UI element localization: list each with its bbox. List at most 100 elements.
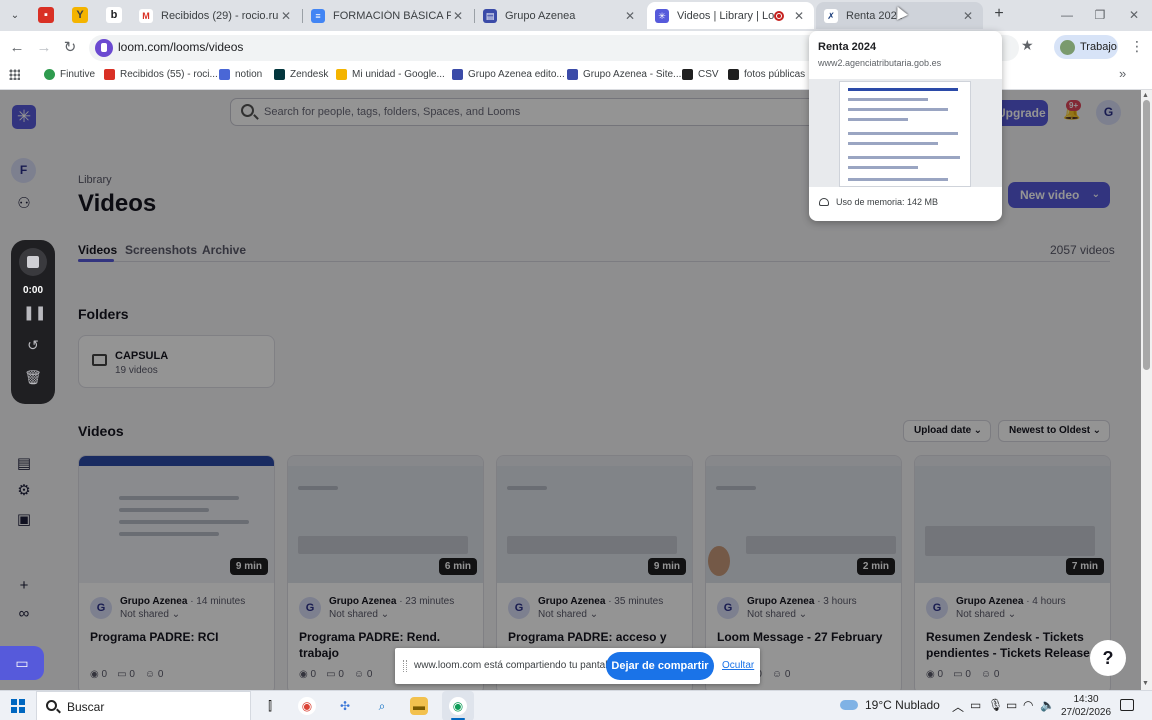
taskbar-search[interactable]: Buscar [36, 691, 251, 720]
tab-strip: ⌄ ▪ Y b M Recibidos (29) - rocio.ruiz@az… [0, 0, 1152, 31]
notion-icon [219, 69, 230, 80]
memory-usage: Uso de memoria: 142 MB [819, 197, 938, 207]
zendesk-icon [274, 69, 285, 80]
pinned-tab-yellow[interactable]: Y [72, 7, 88, 23]
bookmark-csv[interactable]: CSV [682, 69, 719, 80]
trash-icon[interactable]: 🗑 [23, 367, 43, 387]
back-button[interactable]: ← [7, 38, 27, 58]
maximize-button[interactable]: ❐ [1090, 6, 1110, 24]
sites-icon [452, 69, 463, 80]
cloud-icon [840, 700, 858, 710]
profile-label: Trabajo [1080, 41, 1117, 53]
chrome-active-icon[interactable]: ◉ [449, 697, 467, 715]
docs-icon: ≡ [311, 8, 325, 23]
bookmark-grupo-azenea-edito[interactable]: Grupo Azenea edito... [452, 69, 565, 80]
close-icon[interactable]: ✕ [279, 9, 293, 23]
restart-icon[interactable]: ↺ [23, 335, 43, 355]
hide-link[interactable]: Ocultar [722, 660, 754, 671]
camera-bubble-button[interactable]: ▭ [0, 646, 44, 680]
bookmark-notion[interactable]: notion [219, 69, 262, 80]
chrome-icon[interactable]: ◉ [298, 697, 316, 715]
hover-card-title: Renta 2024 [818, 41, 877, 53]
bookmark-label: notion [235, 69, 263, 80]
tab-search-button[interactable]: ⌄ [6, 7, 24, 25]
close-icon[interactable]: ✕ [451, 9, 465, 23]
site-info-icon[interactable] [95, 39, 113, 57]
bookmark-label: Grupo Azenea edito... [468, 69, 565, 80]
stop-recording-button[interactable] [19, 248, 47, 276]
gmail-icon [104, 69, 115, 80]
bookmark-label: fotos públicas [744, 69, 806, 80]
clock-time: 14:30 [1073, 694, 1099, 705]
memory-label: Uso de memoria: 142 MB [836, 197, 939, 207]
stop-sharing-button[interactable]: Dejar de compartir [606, 652, 714, 680]
chrome-menu-icon[interactable]: ⋮ [1130, 38, 1144, 55]
microphone-icon[interactable]: 🎙 [988, 698, 1003, 712]
tab-formacion[interactable]: ≡ FORMACIÓN BÁSICA PARA C ✕ [303, 2, 473, 29]
finutive-icon [44, 69, 55, 80]
bookmark-label: Recibidos (55) - roci... [120, 69, 218, 80]
battery-icon[interactable]: ▭ [1006, 698, 1017, 712]
more-bookmarks-icon[interactable]: » [1119, 66, 1126, 81]
preview-line [848, 142, 938, 145]
preview-line [848, 166, 918, 169]
bookmark-star-icon[interactable]: ★ [1021, 37, 1034, 54]
clock[interactable]: 14:30 27/02/2026 [1058, 693, 1114, 719]
pinned-tab-red[interactable]: ▪ [38, 7, 54, 23]
minimize-button[interactable]: — [1057, 6, 1077, 24]
sites-icon: ▤ [483, 8, 497, 23]
wifi-icon[interactable]: ◠ [1023, 698, 1033, 712]
volume-icon[interactable]: 🔈 [1040, 698, 1055, 712]
scroll-down-icon[interactable]: ▼ [1142, 680, 1149, 687]
help-button[interactable]: ? [1090, 640, 1126, 676]
pinned-tab-b[interactable]: b [106, 7, 122, 23]
preview-line [848, 178, 948, 181]
drag-handle-icon[interactable] [403, 660, 407, 672]
csv-icon [682, 69, 693, 80]
notifications-icon[interactable] [1120, 699, 1134, 711]
tab-preview [809, 79, 1002, 187]
forward-button[interactable]: → [34, 38, 54, 58]
bookmark-finutive[interactable]: Finutive [44, 69, 95, 80]
chevron-up-icon[interactable]: ︿ [952, 698, 964, 715]
tab-gmail[interactable]: M Recibidos (29) - rocio.ruiz@az ✕ [131, 2, 301, 29]
profile-button[interactable]: Trabajo [1054, 35, 1118, 59]
close-icon[interactable]: ✕ [961, 9, 975, 23]
tab-title: Recibidos (29) - rocio.ruiz@az [161, 9, 279, 22]
apps-grid-icon[interactable] [9, 69, 20, 80]
reload-button[interactable]: ↻ [60, 38, 80, 58]
scroll-up-icon[interactable]: ▲ [1142, 92, 1149, 99]
preview-line [848, 88, 958, 91]
tray-app-icon[interactable]: ▭ [970, 698, 981, 712]
task-view-icon[interactable]: ⫿ [261, 697, 279, 715]
file-explorer-icon[interactable]: ▬ [410, 697, 428, 715]
search-app-icon[interactable]: ⌕ [373, 697, 391, 715]
bookmark-zendesk[interactable]: Zendesk [274, 69, 328, 80]
preview-line [848, 98, 928, 101]
search-icon [46, 700, 57, 711]
weather-widget[interactable]: 19°C Nublado [840, 698, 940, 712]
tab-grupo-azenea[interactable]: ▤ Grupo Azenea ✕ [475, 2, 645, 29]
folder-icon [728, 69, 739, 80]
tab-loom-videos[interactable]: ✳ Videos | Library | Loom ✕ [647, 2, 814, 29]
preview-line [848, 118, 908, 121]
preview-line [848, 156, 960, 159]
windows-start-icon[interactable] [11, 699, 25, 713]
new-tab-button[interactable]: + [990, 5, 1008, 23]
bookmark-label: Finutive [60, 69, 96, 80]
preview-line [848, 132, 958, 135]
close-icon[interactable]: ✕ [623, 9, 637, 23]
tab-title: Videos | Library | Loom [677, 9, 774, 22]
google-drive-icon [336, 69, 347, 80]
bookmark-grupo-azenea-site[interactable]: Grupo Azenea - Site... [567, 69, 681, 80]
taskbar: Buscar ⫿ ◉ ✣ ⌕ ▬ ◉ 19°C Nublado ︿ ▭ 🎙 ▭ … [0, 690, 1152, 720]
bookmark-recibidos[interactable]: Recibidos (55) - roci... [104, 69, 218, 80]
close-icon[interactable]: ✕ [792, 9, 806, 23]
bookmark-fotos-publicas[interactable]: fotos públicas [728, 69, 805, 80]
tab-title: FORMACIÓN BÁSICA PARA C [333, 9, 451, 22]
bookmark-mi-unidad[interactable]: Mi unidad - Google... [336, 69, 445, 80]
close-window-button[interactable]: ✕ [1124, 6, 1144, 24]
scrollbar-thumb[interactable] [1143, 100, 1150, 370]
pause-icon[interactable]: ❚❚ [23, 302, 46, 322]
app-icon[interactable]: ✣ [336, 697, 354, 715]
